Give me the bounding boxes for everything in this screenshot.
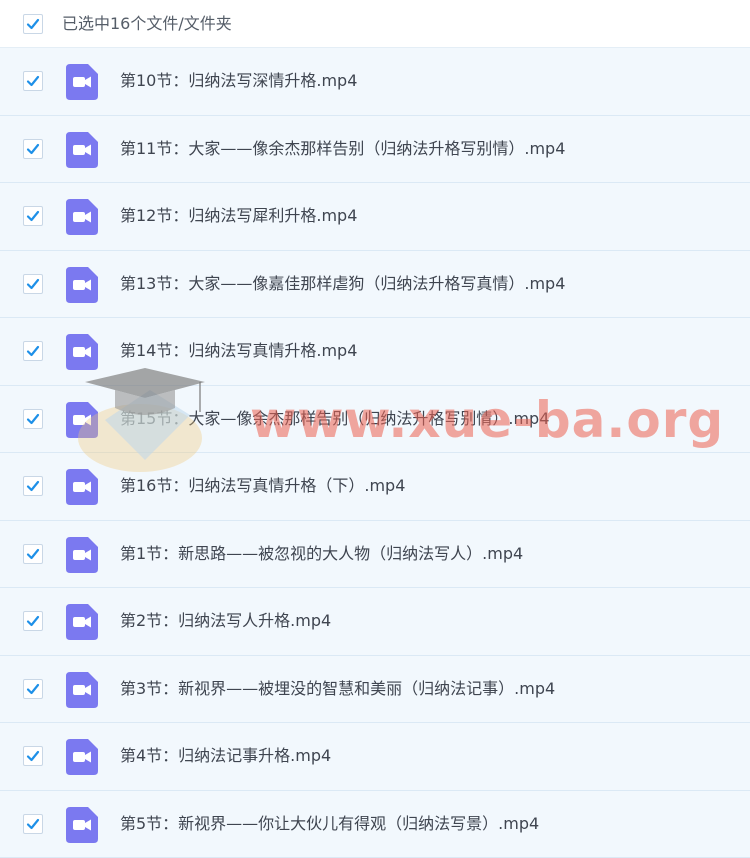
checkmark-icon — [26, 344, 40, 358]
file-name[interactable]: 第15节：大家—像余杰那样告别（归纳法升格写别情）.mp4 — [120, 407, 549, 431]
video-file-icon — [66, 402, 98, 438]
select-all-checkbox[interactable] — [23, 14, 43, 34]
file-name[interactable]: 第5节：新视界——你让大伙儿有得观（归纳法写景）.mp4 — [120, 812, 539, 836]
file-name[interactable]: 第14节：归纳法写真情升格.mp4 — [120, 339, 357, 363]
selection-header: 已选中16个文件/文件夹 — [0, 0, 750, 48]
file-name[interactable]: 第12节：归纳法写犀利升格.mp4 — [120, 204, 357, 228]
checkmark-icon — [26, 479, 40, 493]
video-file-icon — [66, 469, 98, 505]
checkmark-icon — [26, 142, 40, 156]
row-checkbox[interactable] — [23, 206, 43, 226]
video-file-icon — [66, 199, 98, 235]
video-file-icon — [66, 672, 98, 708]
video-file-icon — [66, 537, 98, 573]
checkmark-icon — [26, 817, 40, 831]
file-name[interactable]: 第1节：新思路——被忽视的大人物（归纳法写人）.mp4 — [120, 542, 523, 566]
file-name[interactable]: 第13节：大家——像嘉佳那样虐狗（归纳法升格写真情）.mp4 — [120, 272, 565, 296]
file-name[interactable]: 第16节：归纳法写真情升格（下）.mp4 — [120, 474, 405, 498]
row-checkbox[interactable] — [23, 71, 43, 91]
file-row[interactable]: 第1节：新思路——被忽视的大人物（归纳法写人）.mp4 — [0, 521, 750, 589]
file-row[interactable]: 第4节：归纳法记事升格.mp4 — [0, 723, 750, 791]
row-checkbox[interactable] — [23, 814, 43, 834]
file-name[interactable]: 第2节：归纳法写人升格.mp4 — [120, 609, 331, 633]
checkmark-icon — [26, 74, 40, 88]
row-checkbox[interactable] — [23, 341, 43, 361]
file-name[interactable]: 第11节：大家——像余杰那样告别（归纳法升格写别情）.mp4 — [120, 137, 565, 161]
file-row[interactable]: 第16节：归纳法写真情升格（下）.mp4 — [0, 453, 750, 521]
checkmark-icon — [26, 547, 40, 561]
selection-count-label: 已选中16个文件/文件夹 — [62, 12, 232, 36]
checkmark-icon — [26, 749, 40, 763]
row-checkbox[interactable] — [23, 544, 43, 564]
video-file-icon — [66, 739, 98, 775]
row-checkbox[interactable] — [23, 611, 43, 631]
file-row[interactable]: 第3节：新视界——被埋没的智慧和美丽（归纳法记事）.mp4 — [0, 656, 750, 724]
checkmark-icon — [26, 209, 40, 223]
video-file-icon — [66, 334, 98, 370]
file-row[interactable]: 第13节：大家——像嘉佳那样虐狗（归纳法升格写真情）.mp4 — [0, 251, 750, 319]
checkmark-icon — [26, 682, 40, 696]
file-row[interactable]: 第14节：归纳法写真情升格.mp4 — [0, 318, 750, 386]
file-row[interactable]: 第2节：归纳法写人升格.mp4 — [0, 588, 750, 656]
row-checkbox[interactable] — [23, 274, 43, 294]
checkmark-icon — [26, 17, 40, 31]
video-file-icon — [66, 604, 98, 640]
row-checkbox[interactable] — [23, 746, 43, 766]
file-name[interactable]: 第4节：归纳法记事升格.mp4 — [120, 744, 331, 768]
video-file-icon — [66, 807, 98, 843]
file-row[interactable]: 第5节：新视界——你让大伙儿有得观（归纳法写景）.mp4 — [0, 791, 750, 858]
row-checkbox[interactable] — [23, 139, 43, 159]
checkmark-icon — [26, 277, 40, 291]
video-file-icon — [66, 132, 98, 168]
file-row[interactable]: 第10节：归纳法写深情升格.mp4 — [0, 48, 750, 116]
video-file-icon — [66, 267, 98, 303]
checkmark-icon — [26, 412, 40, 426]
checkmark-icon — [26, 614, 40, 628]
row-checkbox[interactable] — [23, 679, 43, 699]
file-name[interactable]: 第10节：归纳法写深情升格.mp4 — [120, 69, 357, 93]
row-checkbox[interactable] — [23, 476, 43, 496]
file-name[interactable]: 第3节：新视界——被埋没的智慧和美丽（归纳法记事）.mp4 — [120, 677, 555, 701]
file-row[interactable]: 第11节：大家——像余杰那样告别（归纳法升格写别情）.mp4 — [0, 116, 750, 184]
file-list: 第10节：归纳法写深情升格.mp4 第11节：大家——像余杰那样告别（归纳法升格写… — [0, 48, 750, 858]
row-checkbox[interactable] — [23, 409, 43, 429]
file-row[interactable]: 第12节：归纳法写犀利升格.mp4 — [0, 183, 750, 251]
video-file-icon — [66, 64, 98, 100]
file-row[interactable]: 第15节：大家—像余杰那样告别（归纳法升格写别情）.mp4 — [0, 386, 750, 454]
